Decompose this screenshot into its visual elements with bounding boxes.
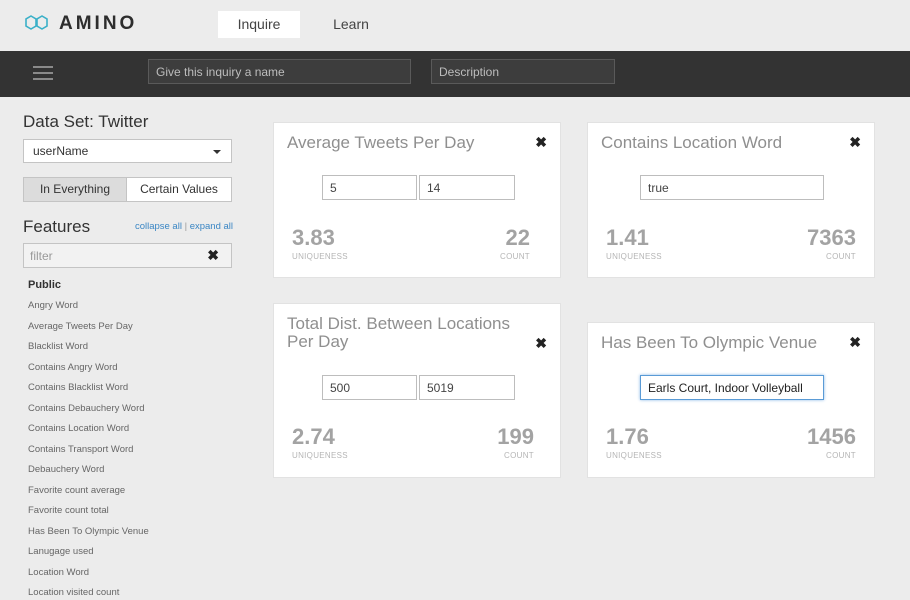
- inquiry-description-input[interactable]: [431, 59, 615, 84]
- uniqueness-value: 2.74: [292, 424, 335, 449]
- card-title: Average Tweets Per Day: [287, 133, 475, 152]
- count-value: 7363: [807, 225, 856, 250]
- feature-card-average-tweets: Average Tweets Per Day ✖ 3.83 UNIQUENESS…: [273, 122, 561, 278]
- uniqueness-label: UNIQUENESS: [606, 252, 662, 261]
- card-title: Total Dist. Between Locations Per Day: [287, 314, 511, 351]
- feature-item[interactable]: Contains Location Word: [28, 419, 228, 440]
- inquiry-toolbar: [0, 51, 910, 97]
- amino-logo-icon: [24, 13, 50, 35]
- feature-item[interactable]: Contains Angry Word: [28, 358, 228, 379]
- feature-item[interactable]: Location Word: [28, 563, 228, 584]
- close-icon[interactable]: ✖: [535, 335, 547, 352]
- caret-down-icon: [213, 150, 221, 154]
- uniqueness-stat: 1.76 UNIQUENESS: [606, 424, 662, 460]
- range-max-input[interactable]: [419, 175, 515, 200]
- close-icon[interactable]: ✖: [849, 334, 861, 351]
- field-select-value: userName: [33, 144, 89, 158]
- feature-list: Public Angry Word Average Tweets Per Day…: [28, 275, 228, 600]
- field-select[interactable]: userName: [23, 139, 232, 163]
- count-stat: 7363 COUNT: [807, 225, 856, 261]
- app-name: AMINO: [59, 13, 138, 34]
- feature-card-contains-location-word: Contains Location Word ✖ 1.41 UNIQUENESS…: [587, 122, 875, 278]
- uniqueness-label: UNIQUENESS: [292, 451, 348, 460]
- logo[interactable]: AMINO: [24, 13, 137, 35]
- feature-item[interactable]: Contains Transport Word: [28, 440, 228, 461]
- count-stat: 22 COUNT: [500, 225, 530, 261]
- value-input[interactable]: [640, 175, 824, 200]
- tab-inquire[interactable]: Inquire: [218, 11, 300, 38]
- filter-input[interactable]: [24, 244, 204, 267]
- close-icon[interactable]: ✖: [849, 134, 861, 151]
- count-label: COUNT: [500, 252, 530, 261]
- feature-group-public[interactable]: Public: [28, 275, 228, 296]
- features-heading: Features: [23, 217, 91, 236]
- range-min-input[interactable]: [322, 175, 417, 200]
- feature-item[interactable]: Blacklist Word: [28, 337, 228, 358]
- feature-item[interactable]: Contains Debauchery Word: [28, 399, 228, 420]
- count-stat: 199 COUNT: [497, 424, 534, 460]
- uniqueness-label: UNIQUENESS: [606, 451, 662, 460]
- count-label: COUNT: [504, 451, 534, 460]
- top-bar: AMINO Inquire Learn: [0, 0, 910, 51]
- feature-card-total-distance: Total Dist. Between Locations Per Day ✖ …: [273, 303, 561, 478]
- close-icon[interactable]: ✖: [535, 134, 547, 151]
- expand-all-link[interactable]: expand all: [190, 221, 233, 232]
- in-everything-toggle[interactable]: In Everything: [23, 177, 127, 202]
- count-stat: 1456 COUNT: [807, 424, 856, 460]
- count-label: COUNT: [826, 252, 856, 261]
- feature-item[interactable]: Favorite count average: [28, 481, 228, 502]
- range-max-input[interactable]: [419, 375, 515, 400]
- uniqueness-stat: 3.83 UNIQUENESS: [292, 225, 348, 261]
- feature-item[interactable]: Debauchery Word: [28, 460, 228, 481]
- feature-item[interactable]: Location visited count: [28, 583, 228, 600]
- feature-item[interactable]: Average Tweets Per Day: [28, 317, 228, 338]
- certain-values-toggle[interactable]: Certain Values: [126, 177, 232, 202]
- feature-filter: ✖: [23, 243, 232, 268]
- count-value: 199: [497, 424, 534, 449]
- count-value: 1456: [807, 424, 856, 449]
- feature-item[interactable]: Has Been To Olympic Venue: [28, 522, 228, 543]
- uniqueness-value: 3.83: [292, 225, 335, 250]
- uniqueness-label: UNIQUENESS: [292, 252, 348, 261]
- feature-card-olympic-venue: Has Been To Olympic Venue ✖ 1.76 UNIQUEN…: [587, 322, 875, 478]
- count-label: COUNT: [826, 451, 856, 460]
- card-title: Contains Location Word: [601, 133, 783, 152]
- value-input[interactable]: [640, 375, 824, 400]
- uniqueness-value: 1.41: [606, 225, 649, 250]
- dataset-title: Data Set: Twitter: [23, 112, 149, 131]
- tab-learn[interactable]: Learn: [317, 11, 385, 38]
- range-min-input[interactable]: [322, 375, 417, 400]
- inquiry-name-input[interactable]: [148, 59, 411, 84]
- collapse-all-link[interactable]: collapse all: [135, 221, 182, 232]
- collapse-expand-links: collapse all | expand all: [135, 221, 233, 232]
- hamburger-icon[interactable]: [33, 65, 53, 81]
- feature-item[interactable]: Angry Word: [28, 296, 228, 317]
- card-title: Has Been To Olympic Venue: [601, 333, 818, 352]
- feature-item[interactable]: Favorite count total: [28, 501, 228, 522]
- count-value: 22: [505, 225, 530, 250]
- uniqueness-stat: 1.41 UNIQUENESS: [606, 225, 662, 261]
- feature-item[interactable]: Lanugage used: [28, 542, 228, 563]
- uniqueness-stat: 2.74 UNIQUENESS: [292, 424, 348, 460]
- clear-filter-icon[interactable]: ✖: [207, 247, 219, 264]
- sidebar: Data Set: Twitter userName In Everything…: [23, 97, 233, 600]
- uniqueness-value: 1.76: [606, 424, 649, 449]
- feature-item[interactable]: Contains Blacklist Word: [28, 378, 228, 399]
